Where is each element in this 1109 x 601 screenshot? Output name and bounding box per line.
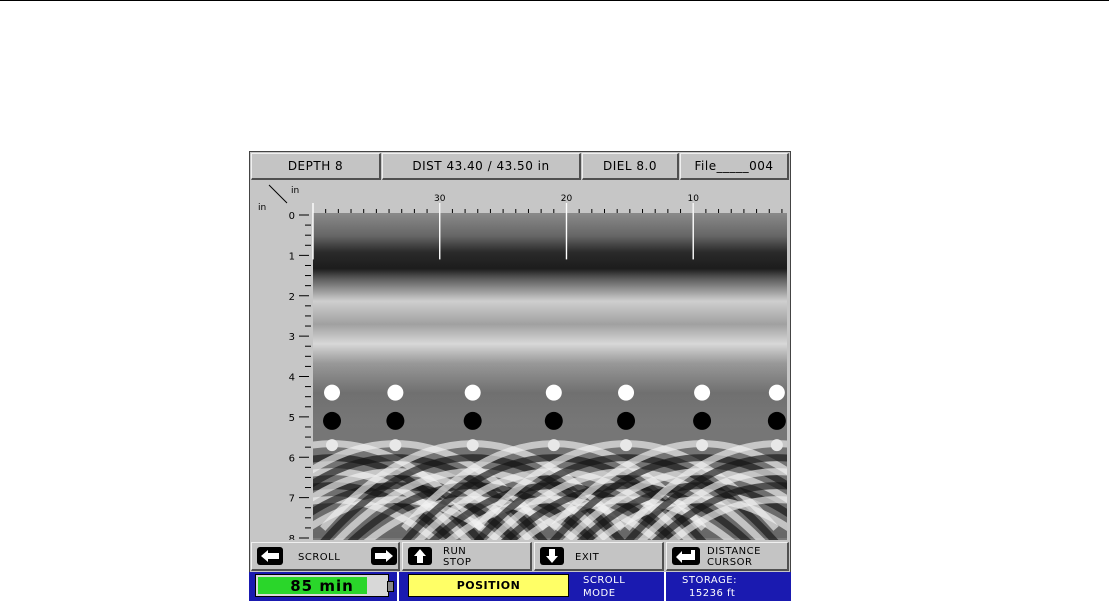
horizontal-ruler: in in 30 20 10 [258, 184, 783, 213]
status-divider [397, 572, 399, 601]
status-divider [664, 572, 666, 601]
x-tick-label: 10 [687, 194, 699, 204]
rebar-shadow [693, 411, 712, 430]
depth-label: DEPTH 8 [287, 159, 344, 173]
rebar-shadow [386, 411, 405, 430]
function-button-bar: SCROLL RUN STOP EXIT DISTANCE CURSOR [249, 542, 791, 571]
rebar-echo [547, 439, 560, 452]
rebar-shadow [544, 411, 563, 430]
y-unit-label: in [258, 203, 266, 213]
arrow-up-icon [408, 547, 432, 565]
x-unit-label: in [291, 186, 299, 196]
status-bar: 85 min POSITION SCROLL MODE STORAGE: 152… [249, 572, 791, 601]
radargram-image [313, 213, 787, 540]
battery-time: 85 min [290, 577, 354, 595]
storage-label: STORAGE: [682, 575, 737, 586]
rebar-echo [770, 439, 783, 452]
rebar-echo [389, 439, 402, 452]
distance-label: DIST 43.40 / 43.50 in [412, 159, 550, 173]
y-tick-label: 8 [289, 534, 295, 540]
y-tick-label: 1 [289, 251, 295, 262]
y-tick-label: 4 [289, 373, 295, 384]
arrow-down-icon [540, 547, 564, 565]
rebar-shadow [463, 411, 482, 430]
scroll-label: SCROLL [298, 552, 341, 563]
scroll-button[interactable]: SCROLL [251, 542, 400, 571]
rebar-shadow [323, 411, 342, 430]
dielectric-label: DIEL 8.0 [603, 159, 657, 173]
rebar-highlight [768, 384, 785, 401]
exit-button[interactable]: EXIT [534, 542, 664, 571]
rebar-echo [696, 439, 709, 452]
distance-display[interactable]: DIST 43.40 / 43.50 in [382, 153, 581, 180]
run-label: RUN [443, 546, 467, 557]
x-tick-label: 30 [434, 194, 446, 204]
depth-display[interactable]: DEPTH 8 [251, 153, 381, 180]
rebar-shadow [767, 411, 786, 430]
battery-terminal-icon [387, 581, 394, 592]
axis-corner-diagonal [268, 184, 288, 204]
arrow-left-icon[interactable] [257, 547, 283, 565]
x-tick-label: 20 [561, 194, 573, 204]
rebar-highlight [618, 384, 635, 401]
scroll-mode-line1: SCROLL [583, 575, 626, 586]
cursor-label: CURSOR [707, 557, 753, 568]
gpr-device-screen: DEPTH 8 DIST 43.40 / 43.50 in DIEL 8.0 F… [249, 151, 791, 601]
scroll-mode-line2: MODE [583, 588, 616, 599]
rebar-highlight [324, 384, 341, 401]
rebar-highlight [694, 384, 711, 401]
page-top-rule [0, 0, 1109, 1]
y-tick-label: 2 [289, 292, 295, 303]
y-tick-label: 5 [289, 413, 295, 424]
battery-indicator: 85 min [255, 574, 394, 597]
storage-value: 15236 ft [689, 588, 736, 599]
position-indicator[interactable]: POSITION [408, 574, 569, 597]
run-stop-button[interactable]: RUN STOP [402, 542, 532, 571]
rebar-highlight [545, 384, 562, 401]
y-tick-label: 7 [289, 494, 295, 505]
radar-scan-area[interactable]: in in 30 20 10 0 1 2 3 4 5 6 7 8 [249, 181, 791, 540]
rebar-highlight [464, 384, 481, 401]
file-display[interactable]: File_____004 [680, 153, 789, 180]
rebar-echo [620, 439, 633, 452]
exit-label: EXIT [575, 552, 600, 563]
file-label: File_____004 [694, 159, 774, 173]
stop-label: STOP [443, 557, 472, 568]
arrow-right-icon[interactable] [371, 547, 397, 565]
y-tick-label: 0 [289, 211, 295, 222]
distance-label: DISTANCE [707, 546, 761, 557]
y-tick-label: 3 [289, 332, 295, 343]
distance-cursor-button[interactable]: DISTANCE CURSOR [666, 542, 789, 571]
dielectric-display[interactable]: DIEL 8.0 [582, 153, 679, 180]
rebar-echo [466, 439, 479, 452]
rebar-highlight [387, 384, 404, 401]
rebar-shadow [617, 411, 636, 430]
rebar-echo [326, 439, 339, 452]
y-tick-label: 6 [289, 453, 295, 464]
enter-return-icon [672, 547, 700, 565]
depth-axis: 0 1 2 3 4 5 6 7 8 [289, 211, 311, 540]
